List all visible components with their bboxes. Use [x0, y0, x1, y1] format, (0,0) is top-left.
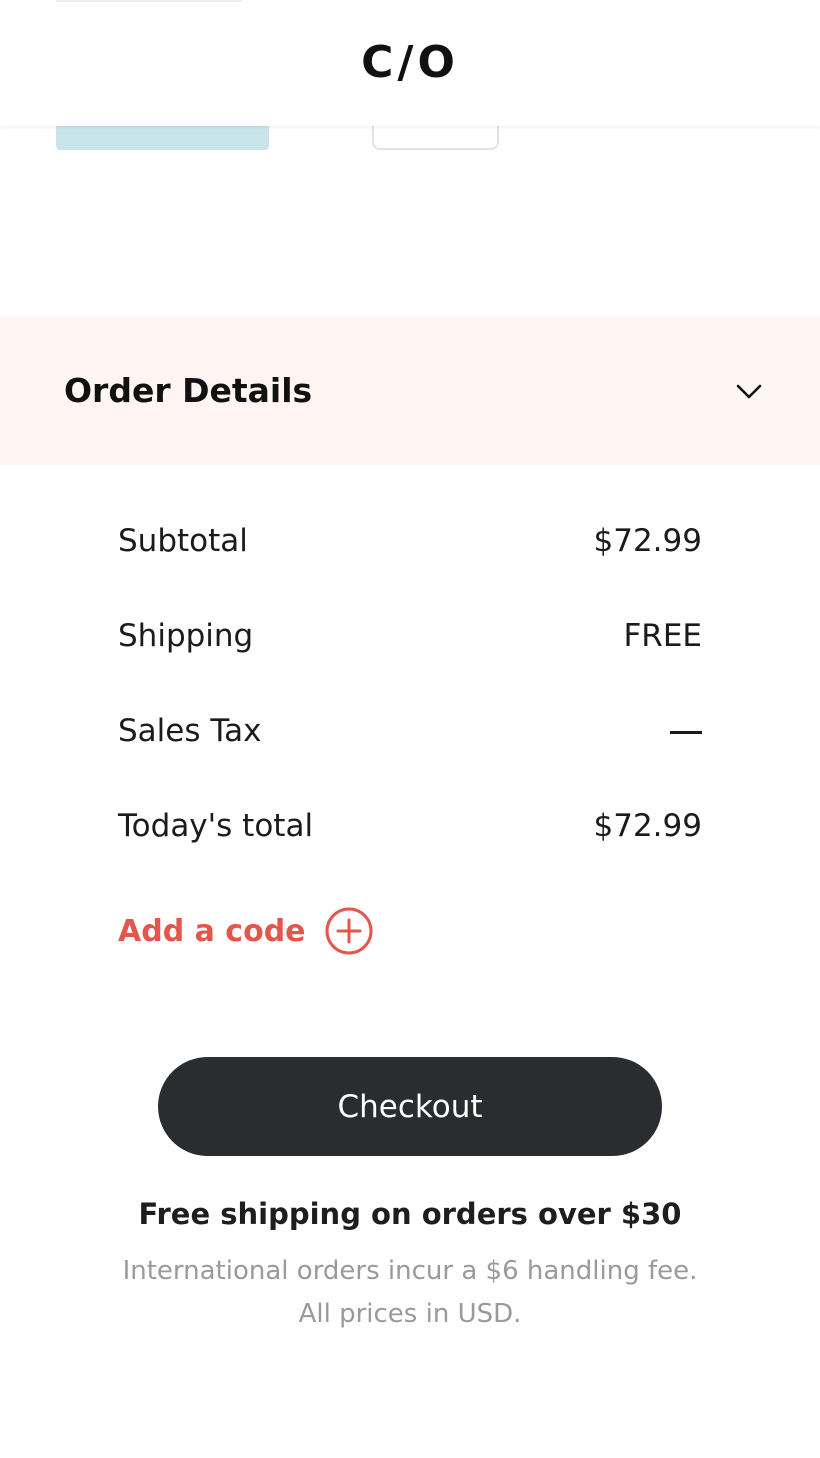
order-details-toggle[interactable]: Order Details	[0, 316, 820, 465]
order-details-title: Order Details	[64, 371, 313, 410]
sales-tax-label: Sales Tax	[118, 712, 262, 749]
summary-row-sales-tax: Sales Tax —	[118, 683, 702, 778]
sales-tax-value: —	[670, 713, 702, 749]
brand-logo[interactable]: C/O	[361, 37, 459, 88]
checkout-button[interactable]: Checkout	[158, 1057, 662, 1156]
add-code-label: Add a code	[118, 913, 306, 949]
summary-row-shipping: Shipping FREE	[118, 588, 702, 683]
shipping-value: FREE	[623, 617, 702, 654]
sales-tax-dash: —	[670, 730, 702, 734]
summary-row-subtotal: Subtotal $72.99	[118, 493, 702, 588]
currency-note: All prices in USD.	[298, 1299, 522, 1329]
total-value: $72.99	[593, 807, 702, 844]
free-shipping-note: Free shipping on orders over $30	[138, 1197, 682, 1231]
subtotal-value: $72.99	[593, 522, 702, 559]
total-label: Today's total	[118, 807, 314, 844]
order-summary: Subtotal $72.99 Shipping FREE Sales Tax …	[118, 493, 702, 873]
shipping-label: Shipping	[118, 617, 254, 654]
add-code-button[interactable]: Add a code	[118, 906, 374, 956]
site-header: C/O	[0, 0, 820, 126]
subtotal-label: Subtotal	[118, 522, 248, 559]
chevron-down-icon[interactable]	[734, 381, 764, 401]
summary-row-total: Today's total $72.99	[118, 778, 702, 873]
plus-circle-icon[interactable]	[324, 906, 374, 956]
header-divider	[56, 0, 242, 2]
international-fee-note: International orders incur a $6 handling…	[122, 1256, 698, 1286]
